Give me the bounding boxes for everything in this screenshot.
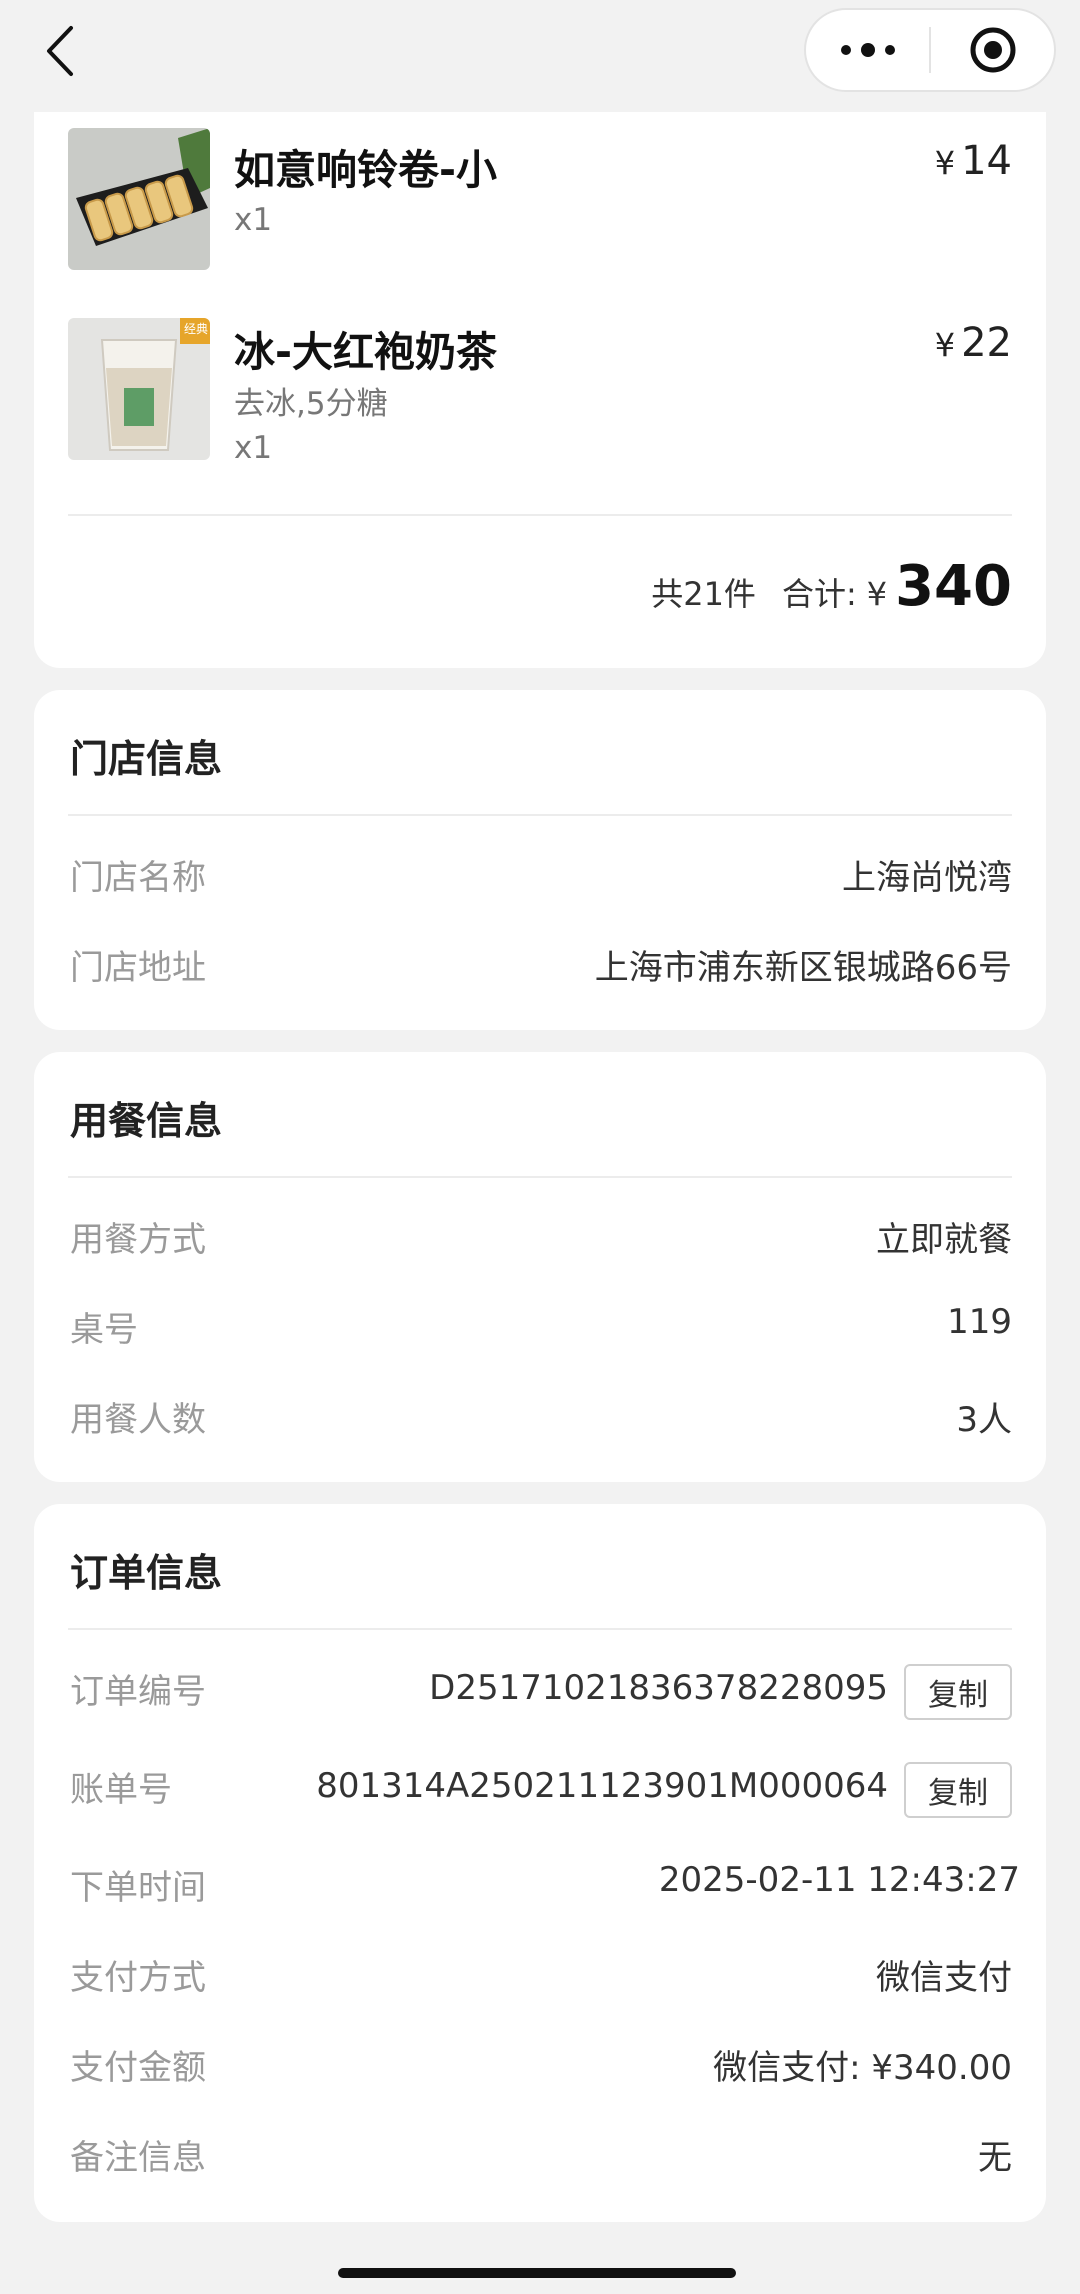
top-nav-bar <box>0 0 1080 112</box>
order-items-card: 如意响铃卷-小 ¥14 x1 经典 冰-大红袍奶茶 ¥22 去冰,5分糖 x1 … <box>34 112 1046 668</box>
store-name-label: 门店名称 <box>70 858 206 898</box>
people-count-label: 用餐人数 <box>70 1400 206 1440</box>
payment-method-value: 微信支付 <box>876 1958 1012 1998</box>
more-button[interactable] <box>806 10 929 90</box>
order-time-label: 下单时间 <box>70 1868 206 1908</box>
item-spec: 去冰,5分糖 <box>234 386 388 422</box>
item-price-value: 14 <box>961 138 1012 184</box>
payment-amount-value: 微信支付: ¥340.00 <box>713 2048 1012 2088</box>
store-address-value: 上海市浦东新区银城路66号 <box>594 948 1012 988</box>
more-dots-icon <box>840 43 895 57</box>
item-quantity: x1 <box>234 430 273 466</box>
target-circle-icon <box>970 27 1015 73</box>
total-amount: 340 <box>895 554 1012 619</box>
section-title: 门店信息 <box>70 737 223 781</box>
order-time-value: 2025-02-11 12:43:27 <box>658 1860 1020 1900</box>
item-count: 共21件 <box>651 575 756 613</box>
remark-label: 备注信息 <box>70 2138 206 2178</box>
miniprogram-capsule <box>804 8 1056 92</box>
divider <box>68 814 1012 816</box>
table-number-value: 119 <box>947 1302 1012 1342</box>
item-quantity: x1 <box>234 202 273 238</box>
table-number-label: 桌号 <box>70 1310 138 1350</box>
copy-order-number-button[interactable]: 复制 <box>904 1664 1012 1720</box>
item-name: 冰-大红袍奶茶 <box>234 328 498 376</box>
people-count-value: 3人 <box>956 1400 1012 1440</box>
store-name-value: 上海尚悦湾 <box>842 858 1012 898</box>
copy-bill-number-button[interactable]: 复制 <box>904 1762 1012 1818</box>
currency-symbol: ¥ <box>934 144 956 182</box>
milk-tea-cup-image: 经典 <box>68 318 210 460</box>
total-label: 合计: <box>781 575 857 613</box>
remark-value: 无 <box>978 2138 1012 2178</box>
bill-number-label: 账单号 <box>70 1770 172 1810</box>
store-address-label: 门店地址 <box>70 948 206 988</box>
order-item[interactable]: 如意响铃卷-小 ¥14 x1 <box>68 128 1012 278</box>
order-info-card: 订单信息 订单编号 D251710218363782280​95 复制 账单号 … <box>34 1504 1046 2222</box>
divider <box>68 1628 1012 1630</box>
order-number-value: D251710218363782280​95 <box>429 1668 888 1708</box>
chevron-left-icon <box>47 26 73 76</box>
divider <box>68 514 1012 516</box>
currency-symbol: ¥ <box>934 326 956 364</box>
store-info-card: 门店信息 门店名称 上海尚悦湾 门店地址 上海市浦东新区银城路66号 <box>34 690 1046 1030</box>
dining-mode-label: 用餐方式 <box>70 1220 206 1260</box>
order-total-row: 共21件 合计: ¥ 340 <box>651 554 1012 619</box>
divider <box>68 1176 1012 1178</box>
order-number-label: 订单编号 <box>70 1672 206 1712</box>
dining-mode-value: 立即就餐 <box>876 1220 1012 1260</box>
back-button[interactable] <box>36 22 84 80</box>
order-item[interactable]: 经典 冰-大红袍奶茶 ¥22 去冰,5分糖 x1 <box>68 318 1012 468</box>
item-price: ¥14 <box>935 138 1012 184</box>
section-title: 订单信息 <box>70 1551 223 1595</box>
order-detail-page: 如意响铃卷-小 ¥14 x1 经典 冰-大红袍奶茶 ¥22 去冰,5分糖 x1 … <box>0 0 1080 2294</box>
classic-badge: 经典 <box>183 322 208 336</box>
item-name: 如意响铃卷-小 <box>234 146 498 194</box>
close-miniprogram-button[interactable] <box>931 10 1054 90</box>
home-indicator[interactable] <box>338 2268 736 2278</box>
item-price: ¥22 <box>935 320 1012 366</box>
currency-symbol: ¥ <box>866 575 888 613</box>
dining-info-card: 用餐信息 用餐方式 立即就餐 桌号 119 用餐人数 3人 <box>34 1052 1046 1482</box>
payment-method-label: 支付方式 <box>70 1958 206 1998</box>
item-price-value: 22 <box>961 320 1012 366</box>
bill-number-value: 801314A250211123901M000064 <box>316 1766 888 1806</box>
rice-roll-dish-image <box>68 128 210 270</box>
section-title: 用餐信息 <box>70 1099 223 1143</box>
payment-amount-label: 支付金额 <box>70 2048 206 2088</box>
